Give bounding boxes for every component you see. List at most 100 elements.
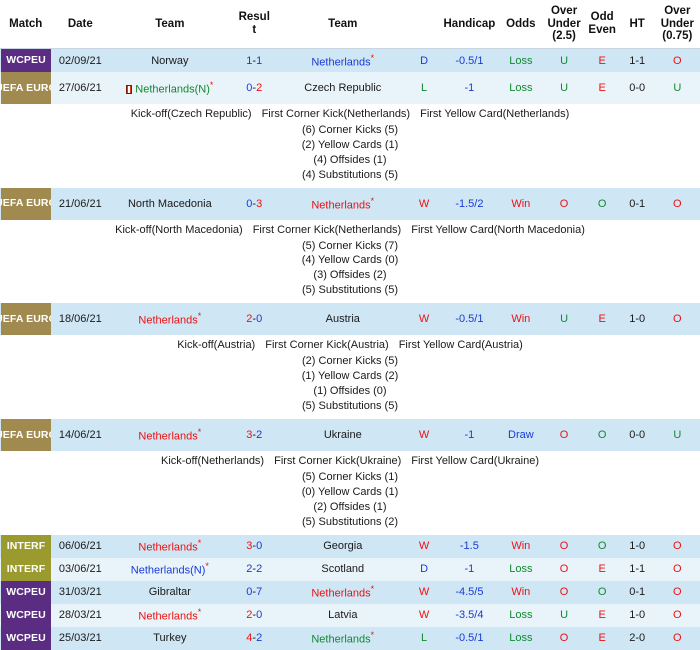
league-badge-cell[interactable]: UEFA EURO (0, 303, 51, 335)
home-team[interactable]: Netherlands* (109, 535, 230, 558)
column-header-team-away[interactable]: Team (278, 0, 408, 49)
team-name: Netherlands(N) (135, 84, 210, 96)
match-score[interactable]: 1-1 (231, 49, 278, 73)
league-badge-line: INTERF (7, 541, 46, 552)
league-badge[interactable]: WCPEU (1, 49, 51, 72)
match-score[interactable]: 0-7 (231, 581, 278, 604)
away-team[interactable]: Czech Republic (278, 72, 408, 104)
detail-stat-line: (5) Corner Kicks (7) (0, 239, 700, 254)
detail-headline-item: Kick-off(Netherlands) (161, 455, 264, 467)
detail-stat-line: (6) Corner Kicks (5) (0, 123, 700, 138)
home-marker-icon: * (198, 538, 202, 548)
table-row[interactable]: UEFA EURO14/06/21Netherlands*3-2UkraineW… (0, 419, 700, 451)
half-time-score: 1-0 (620, 604, 655, 627)
table-row[interactable]: WCPEU31/03/21Gibraltar0-7Netherlands*W-4… (0, 581, 700, 604)
league-badge-cell[interactable]: INTERF (0, 535, 51, 558)
league-badge-cell[interactable]: UEFA EURO (0, 188, 51, 220)
column-header-handicap[interactable]: Handicap (441, 0, 499, 49)
match-detail-row: Kick-off(North Macedonia)First Corner Ki… (0, 220, 700, 304)
home-team[interactable]: Netherlands(N)* (109, 558, 230, 581)
team-name: Netherlands(N) (131, 565, 206, 577)
table-row[interactable]: UEFA EURO18/06/21Netherlands*2-0AustriaW… (0, 303, 700, 335)
match-score[interactable]: 2-0 (231, 303, 278, 335)
match-score[interactable]: 3-0 (231, 535, 278, 558)
league-badge[interactable]: INTERF (1, 558, 51, 581)
home-team[interactable]: Netherlands* (109, 303, 230, 335)
away-team[interactable]: Ukraine (278, 419, 408, 451)
result-indicator: W (408, 581, 441, 604)
column-header-team-home[interactable]: Team (109, 0, 230, 49)
odds-result: Win (498, 535, 543, 558)
home-marker-icon: * (371, 196, 375, 206)
league-badge-cell[interactable]: WCPEU (0, 581, 51, 604)
header-label-result-line1: Resul (239, 11, 270, 23)
table-row[interactable]: UEFA EURO21/06/21North Macedonia0-3Nethe… (0, 188, 700, 220)
result-indicator: W (408, 604, 441, 627)
match-score[interactable]: 3-2 (231, 419, 278, 451)
odds-result: Loss (498, 627, 543, 650)
column-header-odds[interactable]: Odds (498, 0, 543, 49)
red-card-icon (126, 85, 132, 94)
league-badge-cell[interactable]: WCPEU (0, 604, 51, 627)
team-name: Norway (151, 55, 188, 67)
league-badge-cell[interactable]: INTERF (0, 558, 51, 581)
home-team[interactable]: Netherlands* (109, 419, 230, 451)
column-header-date[interactable]: Date (51, 0, 109, 49)
league-badge[interactable]: UEFA EURO (1, 419, 51, 451)
home-team[interactable]: Netherlands* (109, 604, 230, 627)
away-team[interactable]: Netherlands* (278, 49, 408, 73)
league-badge-cell[interactable]: UEFA EURO (0, 419, 51, 451)
home-team[interactable]: Turkey (109, 627, 230, 650)
column-header-over-under-075[interactable]: Over Under (0.75) (655, 0, 700, 49)
league-badge-line: WCPEU (6, 633, 46, 644)
odd-even-value: O (585, 535, 620, 558)
home-team[interactable]: Norway (109, 49, 230, 73)
away-team[interactable]: Georgia (278, 535, 408, 558)
table-row[interactable]: WCPEU28/03/21Netherlands*2-0LatviaW-3.5/… (0, 604, 700, 627)
column-header-odd-even[interactable]: Odd Even (585, 0, 620, 49)
home-team[interactable]: Netherlands(N)* (109, 72, 230, 104)
match-score[interactable]: 2-0 (231, 604, 278, 627)
league-badge-line: UEFA EUR (0, 83, 49, 94)
away-team[interactable]: Latvia (278, 604, 408, 627)
team-name: Netherlands (138, 315, 197, 327)
column-header-result[interactable]: Resul t (231, 0, 278, 49)
home-team[interactable]: Gibraltar (109, 581, 230, 604)
league-badge-line: WCPEU (6, 55, 46, 66)
table-row[interactable]: WCPEU25/03/21Turkey4-2Netherlands*L-0.5/… (0, 627, 700, 650)
league-badge[interactable]: INTERF (1, 535, 51, 558)
league-badge[interactable]: UEFA EURO (1, 303, 51, 335)
odds-result: Loss (498, 604, 543, 627)
detail-stat-line: (4) Substitutions (5) (0, 168, 700, 183)
over-under-075-value: O (655, 303, 700, 335)
league-badge-cell[interactable]: WCPEU (0, 627, 51, 650)
table-row[interactable]: INTERF06/06/21Netherlands*3-0GeorgiaW-1.… (0, 535, 700, 558)
match-score[interactable]: 4-2 (231, 627, 278, 650)
league-badge[interactable]: UEFA EURO (1, 188, 51, 220)
league-badge[interactable]: WCPEU (1, 581, 51, 604)
column-header-match[interactable]: Match (0, 0, 51, 49)
table-row[interactable]: WCPEU02/09/21Norway1-1Netherlands*D-0.5/… (0, 49, 700, 73)
away-team[interactable]: Austria (278, 303, 408, 335)
column-header-ht[interactable]: HT (620, 0, 655, 49)
league-badge-cell[interactable]: UEFA EURO (0, 72, 51, 104)
table-row[interactable]: UEFA EURO27/06/21Netherlands(N)*0-2Czech… (0, 72, 700, 104)
away-team[interactable]: Netherlands* (278, 581, 408, 604)
league-badge[interactable]: WCPEU (1, 604, 51, 627)
home-marker-icon: * (371, 584, 375, 594)
match-score[interactable]: 0-3 (231, 188, 278, 220)
team-name: Georgia (323, 540, 362, 552)
away-team[interactable]: Scotland (278, 558, 408, 581)
home-marker-icon: * (371, 630, 375, 640)
match-score[interactable]: 0-2 (231, 72, 278, 104)
away-team[interactable]: Netherlands* (278, 627, 408, 650)
league-badge[interactable]: WCPEU (1, 627, 51, 650)
home-team[interactable]: North Macedonia (109, 188, 230, 220)
column-header-over-under-25[interactable]: Over Under (2.5) (543, 0, 584, 49)
team-name: Netherlands (138, 611, 197, 623)
away-team[interactable]: Netherlands* (278, 188, 408, 220)
match-score[interactable]: 2-2 (231, 558, 278, 581)
league-badge[interactable]: UEFA EURO (1, 72, 51, 104)
table-row[interactable]: INTERF03/06/21Netherlands(N)*2-2Scotland… (0, 558, 700, 581)
league-badge-cell[interactable]: WCPEU (0, 49, 51, 73)
